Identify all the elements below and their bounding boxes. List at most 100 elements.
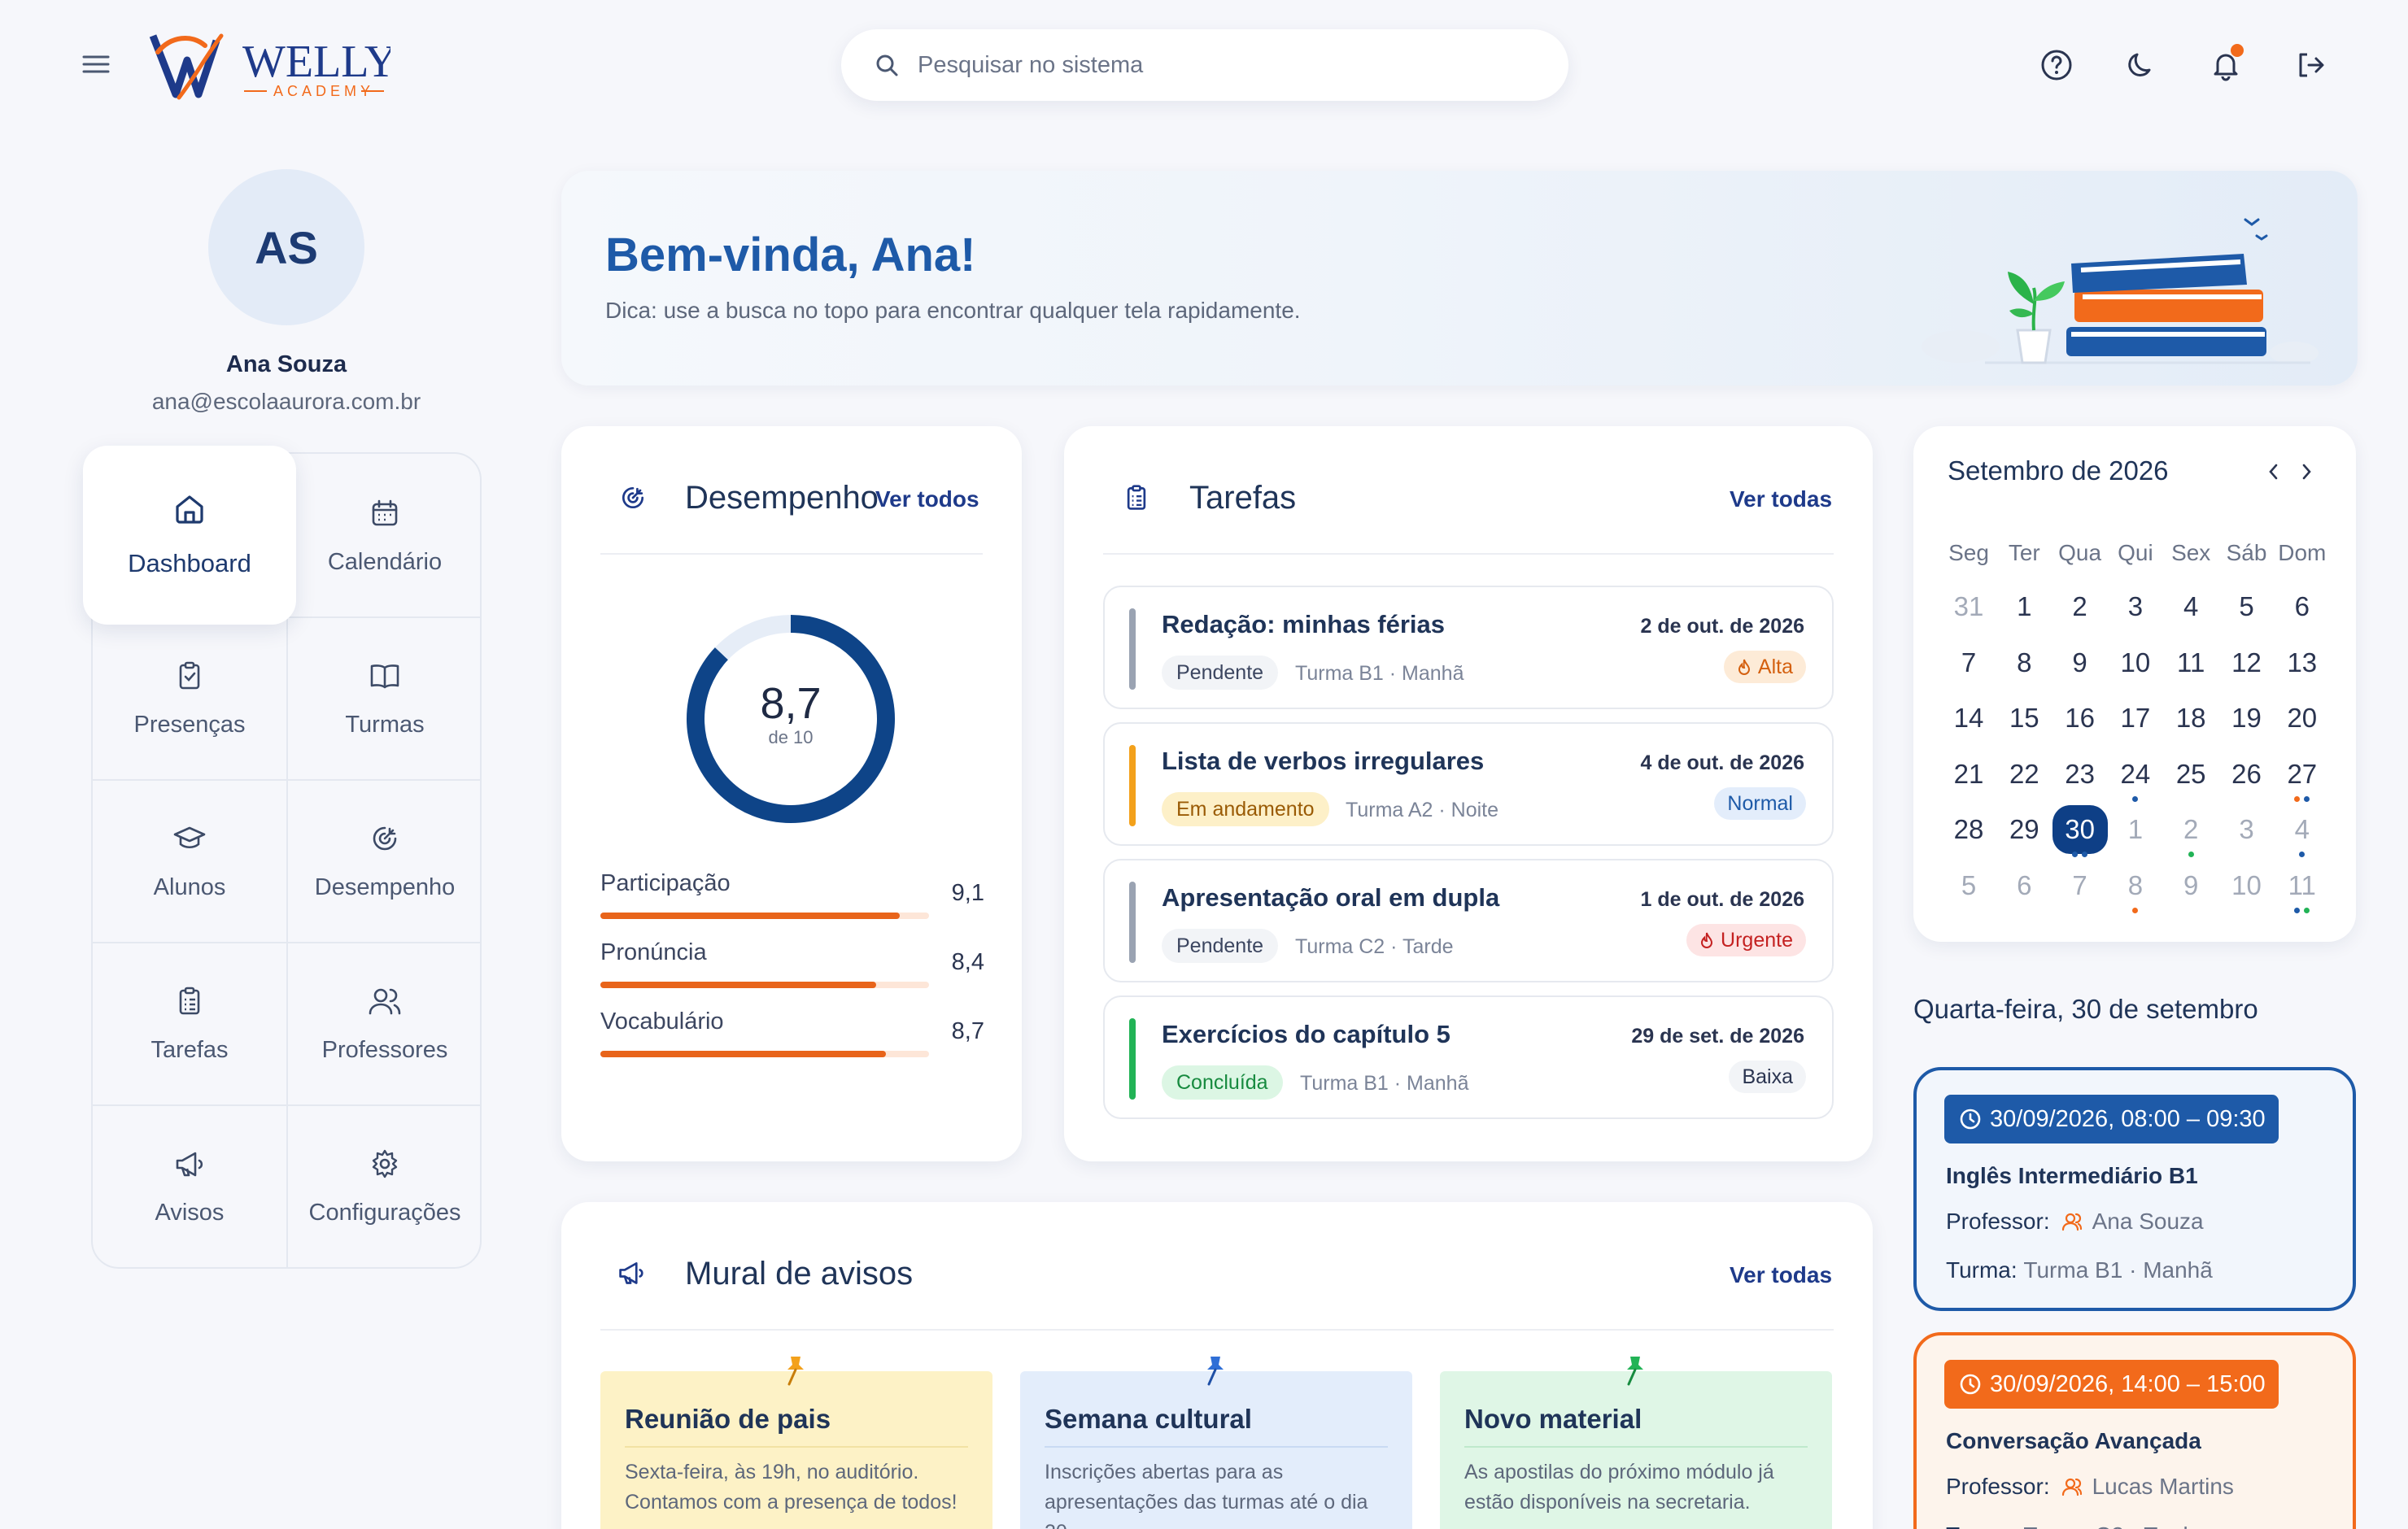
sidebar-item-alunos[interactable]: Alunos [93, 779, 286, 942]
sidebar-item-desempenho[interactable]: Desempenho [288, 779, 482, 942]
calendar-day[interactable]: 3 [2219, 805, 2275, 854]
calendar-day[interactable]: 28 [1941, 805, 1996, 854]
chevron-left-icon [2269, 464, 2278, 480]
theme-toggle-button[interactable] [2122, 46, 2161, 85]
user-icon [2061, 1213, 2082, 1231]
sidebar-item-turmas[interactable]: Turmas [288, 616, 482, 779]
calendar-day[interactable]: 27 [2275, 750, 2330, 802]
calendar-day[interactable]: 26 [2219, 750, 2275, 799]
brand-logo[interactable]: WELLY ACADEMY [146, 28, 390, 106]
calendar-day[interactable]: 24 [2108, 750, 2163, 802]
calendar-day[interactable]: 4 [2163, 582, 2218, 631]
sidebar-item-avisos[interactable]: Avisos [93, 1104, 286, 1267]
calendar-day[interactable]: 11 [2275, 861, 2330, 913]
calendar-day[interactable]: 22 [1996, 750, 2052, 799]
clock-icon [1960, 1109, 1981, 1130]
performance-see-all-link[interactable]: Ver todos [875, 486, 979, 512]
calendar-day[interactable]: 10 [2219, 861, 2275, 910]
calendar-day[interactable]: 17 [2108, 694, 2163, 743]
sidebar-item-label: Avisos [155, 1199, 225, 1226]
calendar-day[interactable]: 6 [2275, 582, 2330, 631]
calendar-day[interactable]: 14 [1941, 694, 1996, 743]
calendar-day[interactable]: 20 [2275, 694, 2330, 743]
notice-title: Reunião de pais [625, 1404, 831, 1434]
calendar-day[interactable]: 6 [1996, 861, 2052, 910]
help-button[interactable] [2037, 46, 2076, 85]
calendar-prev-button[interactable] [2258, 455, 2288, 488]
brand-tagline: ACADEMY [273, 83, 374, 99]
performance-title: Desempenho [685, 480, 879, 516]
task-priority-badge: Normal [1714, 787, 1806, 820]
avatar[interactable]: AS [208, 169, 364, 325]
bar-track [600, 913, 929, 919]
task-item[interactable]: Exercícios do capítulo 5 29 de set. de 2… [1103, 995, 1834, 1119]
bar-label: Vocabulário [600, 1008, 724, 1035]
calendar-day[interactable]: 19 [2219, 694, 2275, 743]
event-card[interactable]: 30/09/2026, 14:00 – 15:00 Conversação Av… [1913, 1332, 2356, 1529]
task-item[interactable]: Redação: minhas férias 2 de out. de 2026… [1103, 586, 1834, 709]
calendar-day[interactable]: 13 [2275, 638, 2330, 687]
calendar-day[interactable]: 7 [2052, 861, 2108, 910]
notices-see-all-link[interactable]: Ver todas [1730, 1262, 1832, 1288]
notice-item[interactable]: Reunião de pais Sexta-feira, às 19h, no … [600, 1357, 992, 1529]
sidebar-item-configuracoes[interactable]: Configurações [288, 1104, 482, 1267]
profile-email: ana@escolaaurora.com.br [151, 389, 421, 414]
calendar-day[interactable]: 5 [2219, 582, 2275, 631]
sidebar-item-calendario[interactable]: Calendário [288, 454, 482, 616]
calendar-day[interactable]: 18 [2163, 694, 2218, 743]
event-dots [2108, 795, 2163, 802]
calendar-day[interactable]: 3 [2108, 582, 2163, 631]
calendar-next-button[interactable] [2292, 455, 2322, 488]
event-dots [2275, 795, 2330, 802]
calendar-day[interactable]: 12 [2219, 638, 2275, 687]
task-meta: Turma C2 · Tarde [1295, 935, 1454, 958]
calendar-day[interactable]: 9 [2163, 861, 2218, 910]
logout-button[interactable] [2291, 46, 2330, 85]
calendar-day[interactable]: 1 [2108, 805, 2163, 854]
calendar-day[interactable]: 31 [1941, 582, 1996, 631]
sidebar-item-professores[interactable]: Professores [288, 942, 482, 1104]
notice-item[interactable]: Novo material As apostilas do próximo mó… [1440, 1357, 1832, 1529]
profile-name: Ana Souza [225, 351, 347, 377]
event-title: Conversação Avançada [1946, 1428, 2201, 1453]
calendar-day[interactable]: 2 [2052, 582, 2108, 631]
calendar-day[interactable]: 11 [2163, 638, 2218, 687]
calendar-day[interactable]: 7 [1941, 638, 1996, 687]
task-item[interactable]: Apresentação oral em dupla 1 de out. de … [1103, 859, 1834, 982]
sidebar-item-label: Turmas [345, 711, 425, 738]
event-card[interactable]: 30/09/2026, 08:00 – 09:30 Inglês Interme… [1913, 1067, 2356, 1311]
calendar-day[interactable]: 16 [2052, 694, 2108, 743]
weekday-label: Sáb [2226, 540, 2267, 565]
class-label: Turma: [1946, 1522, 2018, 1529]
search-bar[interactable] [841, 29, 1568, 101]
calendar-day[interactable]: 8 [1996, 638, 2052, 687]
notice-text: Sexta-feira, às 19h, no auditório. Conta… [625, 1461, 958, 1514]
calendar-day[interactable]: 2 [2163, 805, 2218, 857]
calendar-day[interactable]: 10 [2108, 638, 2163, 687]
calendar-day[interactable]: 15 [1996, 694, 2052, 743]
notifications-button[interactable] [2206, 44, 2245, 85]
calendar-day[interactable]: 1 [1996, 582, 2052, 631]
calendar-day[interactable]: 30 [2052, 805, 2108, 857]
calendar-day[interactable]: 5 [1941, 861, 1996, 910]
task-title: Lista de verbos irregulares [1162, 747, 1485, 775]
calendar-day[interactable]: 23 [2052, 750, 2108, 799]
menu-toggle-button[interactable] [81, 52, 111, 76]
hamburger-icon [82, 55, 110, 73]
calendar-day[interactable]: 29 [1996, 805, 2052, 854]
task-item[interactable]: Lista de verbos irregulares 4 de out. de… [1103, 722, 1834, 846]
calendar-day[interactable]: 8 [2108, 861, 2163, 913]
calendar-day[interactable]: 21 [1941, 750, 1996, 799]
search-input[interactable] [918, 51, 1536, 79]
sidebar-item-dashboard[interactable]: Dashboard [83, 446, 296, 625]
tasks-see-all-link[interactable]: Ver todas [1730, 486, 1832, 512]
notice-item[interactable]: Semana cultural Inscrições abertas para … [1020, 1357, 1412, 1529]
calendar-day[interactable]: 4 [2275, 805, 2330, 857]
calendar-day[interactable]: 25 [2163, 750, 2218, 799]
sidebar-item-presencas[interactable]: Presenças [93, 616, 286, 779]
class-name: Turma C2 · Tarde [2023, 1522, 2201, 1529]
sidebar-item-tarefas[interactable]: Tarefas [93, 942, 286, 1104]
task-meta: Turma B1 · Manhã [1295, 662, 1464, 685]
calendar-day[interactable]: 9 [2052, 638, 2108, 687]
teacher-name: Ana Souza [2092, 1209, 2204, 1234]
